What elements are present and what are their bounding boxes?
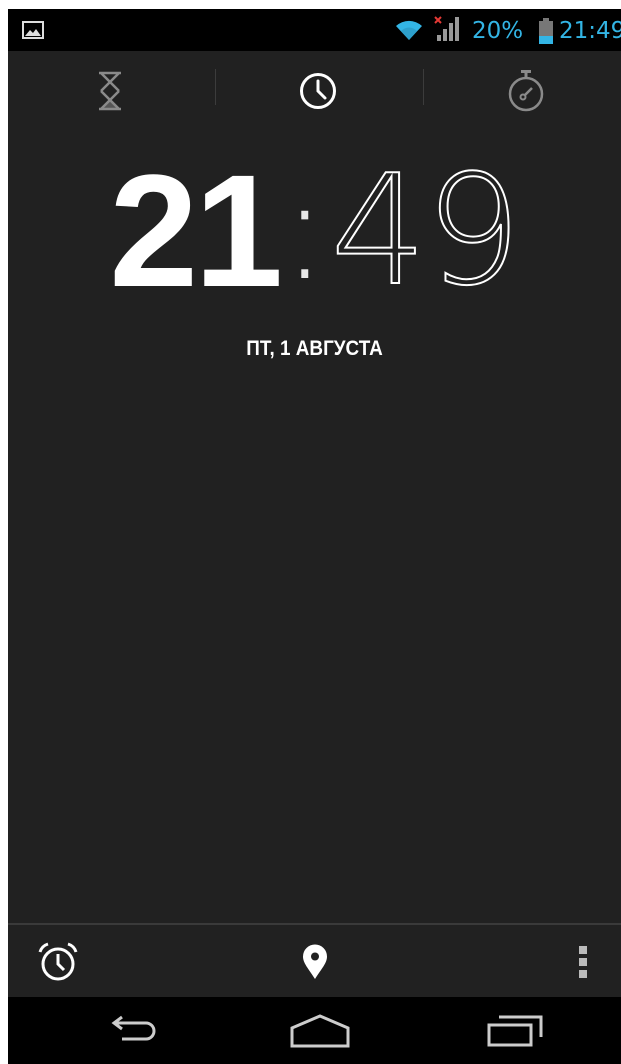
overflow-menu-icon	[579, 946, 587, 978]
tab-bar	[8, 51, 621, 131]
alarm-button[interactable]	[18, 925, 98, 999]
home-icon	[290, 1013, 350, 1047]
wifi-icon	[396, 20, 422, 40]
cities-button[interactable]	[280, 925, 350, 999]
alarm-clock-icon	[38, 942, 78, 981]
recent-apps-button[interactable]	[446, 997, 586, 1064]
tab-clock[interactable]	[216, 51, 420, 131]
hourglass-icon	[99, 71, 121, 111]
stopwatch-icon	[508, 70, 544, 112]
clock-separator: :	[281, 149, 329, 312]
navigation-bar	[8, 997, 621, 1064]
overflow-menu-button[interactable]	[558, 925, 608, 999]
signal-no-data-icon	[434, 16, 459, 41]
status-bar-time: 21:49	[559, 18, 621, 44]
battery-percentage: 20%	[472, 18, 524, 44]
tab-stopwatch[interactable]	[424, 51, 621, 131]
digital-clock: 21:49	[8, 151, 621, 311]
back-icon	[111, 1015, 156, 1040]
clock-hours: 21	[109, 141, 283, 320]
phone-screen: 20% 21:49 21:49 ПТ, 1 АВГУСТА	[8, 9, 621, 1064]
clock-app: 21:49 ПТ, 1 АВГУСТА	[8, 51, 621, 999]
bottom-action-bar	[8, 923, 621, 999]
gallery-icon	[22, 21, 44, 39]
clock-minutes: 49	[329, 142, 522, 319]
home-button[interactable]	[250, 997, 390, 1064]
location-pin-icon	[303, 944, 327, 979]
back-button[interactable]	[63, 997, 203, 1064]
battery-icon	[539, 18, 553, 44]
date-label: ПТ, 1 АВГУСТА	[246, 337, 383, 360]
clock-icon	[300, 73, 336, 109]
status-bar: 20% 21:49	[8, 9, 621, 51]
tab-timer[interactable]	[8, 51, 212, 131]
recent-apps-icon	[487, 1015, 543, 1046]
